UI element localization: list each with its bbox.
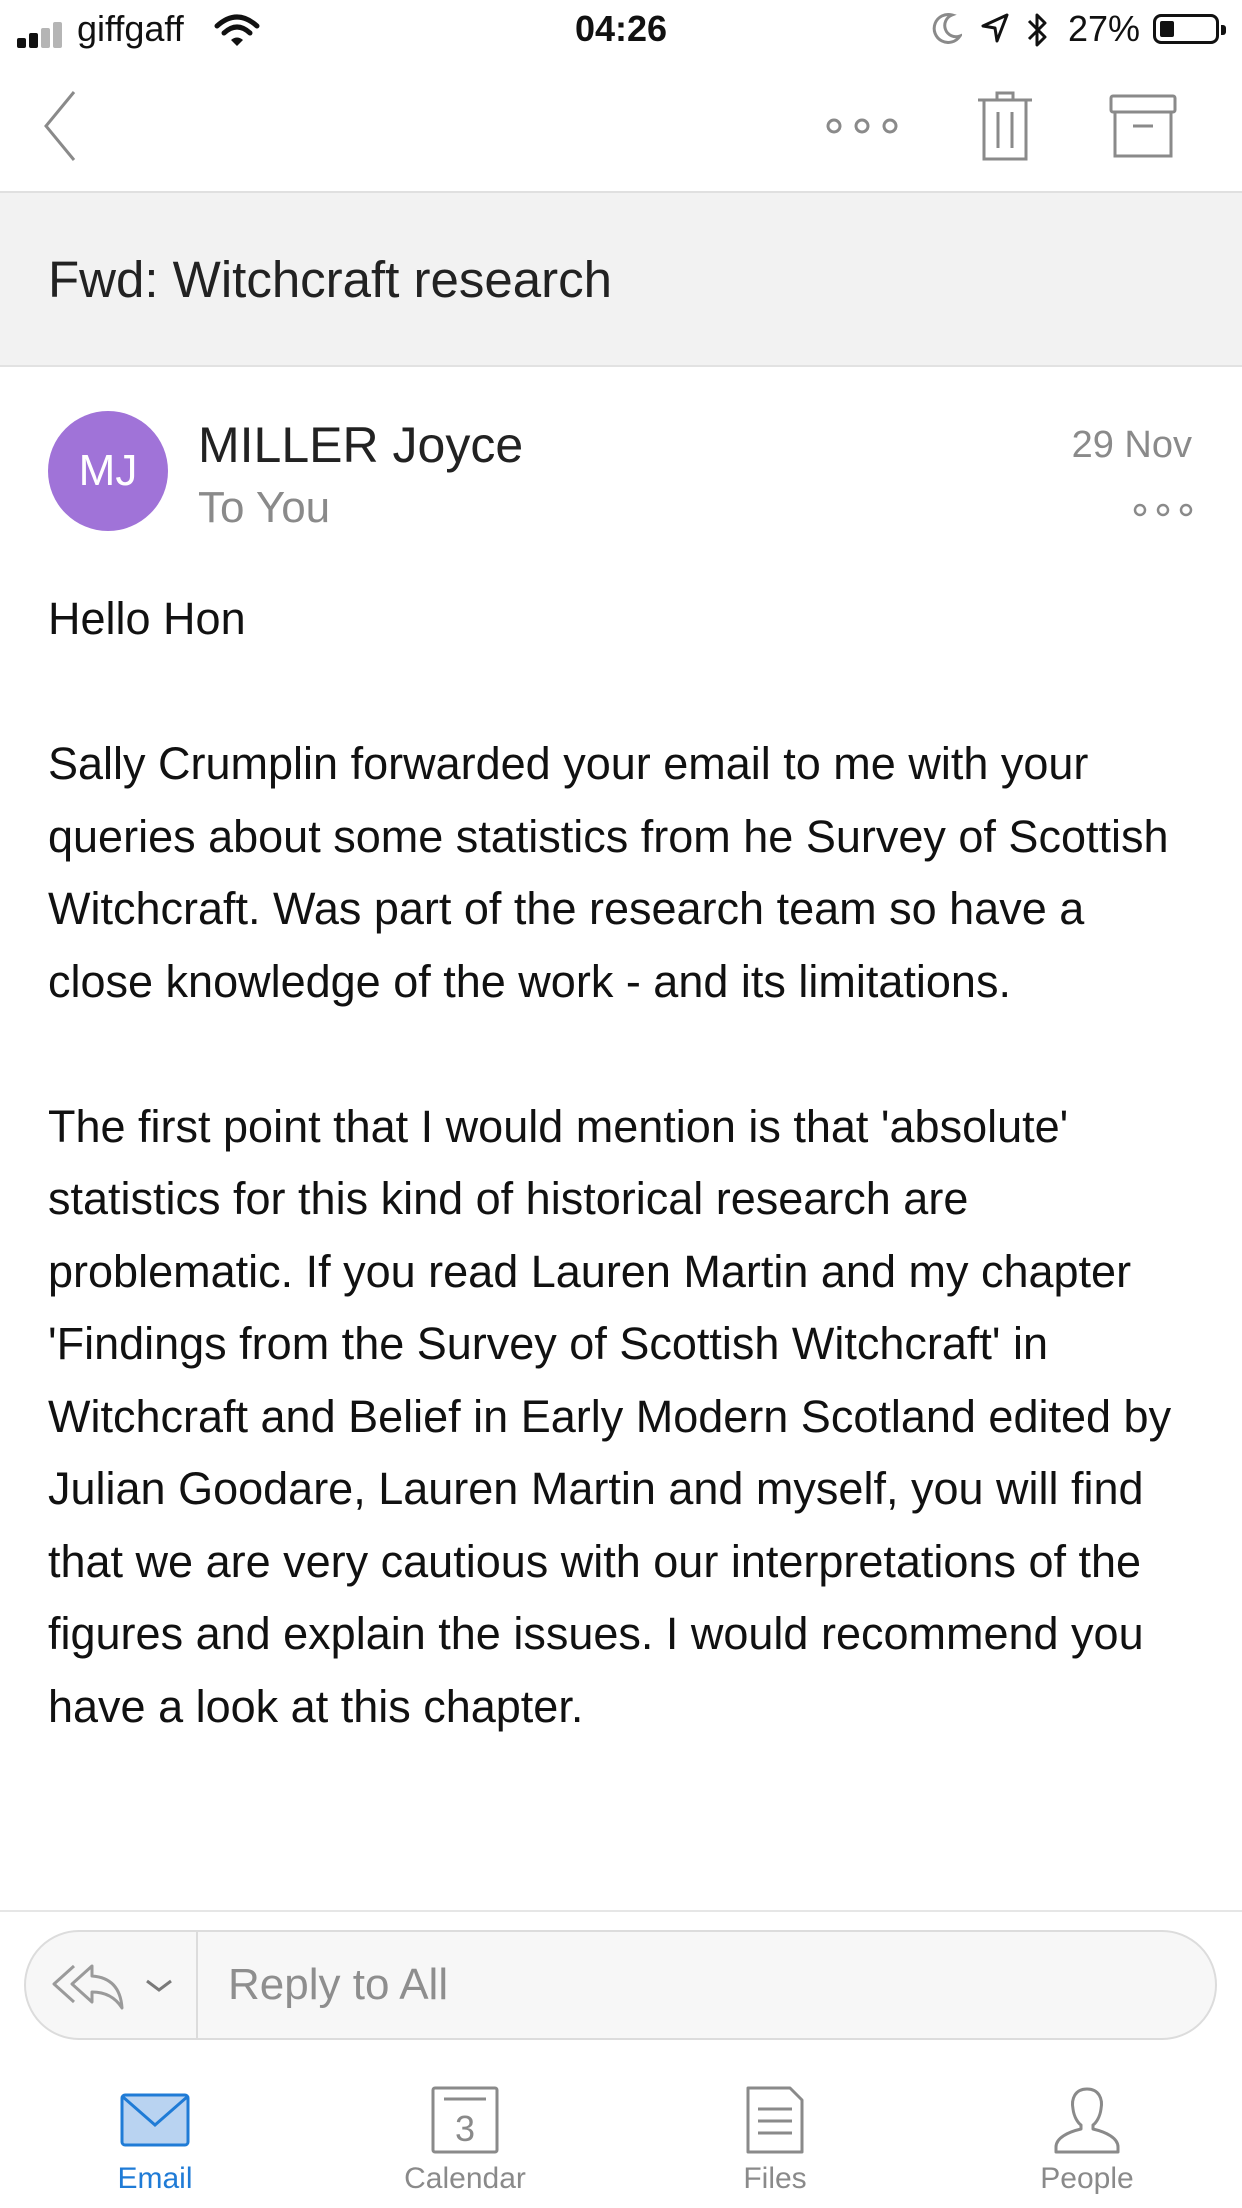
sender-name[interactable]: MILLER Joyce (198, 416, 523, 474)
tab-label: Email (117, 2162, 193, 2195)
battery-percent: 27% (1068, 8, 1141, 49)
location-arrow-icon (981, 13, 1009, 43)
back-button[interactable] (30, 60, 90, 191)
email-subject: Fwd: Witchcraft research (48, 251, 612, 308)
more-options-button[interactable] (822, 60, 902, 191)
reply-all-icon (52, 1964, 124, 2010)
email-greeting: Hello Hon (48, 593, 246, 644)
tab-label: People (1040, 2162, 1134, 2195)
delete-button[interactable] (970, 60, 1040, 191)
reply-options-button[interactable] (26, 1932, 198, 2038)
bluetooth-icon (1027, 13, 1047, 47)
more-horizontal-icon (1133, 503, 1193, 517)
archive-icon (1109, 94, 1177, 157)
tab-files[interactable]: Files (620, 2050, 930, 2208)
battery-icon (1153, 14, 1226, 44)
archive-button[interactable] (1108, 60, 1178, 191)
divider (0, 1910, 1242, 1912)
tab-email[interactable]: Email (0, 2050, 310, 2208)
calendar-icon: 3 (431, 2086, 499, 2154)
email-body: Hello Hon Sally Crumplin forwarded your … (48, 583, 1198, 1816)
email-date: 29 Nov (1071, 424, 1192, 466)
clock: 04:26 (574, 8, 668, 49)
moon-icon (932, 12, 962, 44)
avatar-initials: MJ (78, 446, 138, 495)
trash-icon (978, 91, 1032, 160)
tab-calendar[interactable]: 3 Calendar (310, 2050, 620, 2208)
message-more-button[interactable] (1132, 492, 1194, 528)
reply-bar: Reply to All (24, 1930, 1217, 2040)
status-bar: giffgaff 04:26 27% (0, 0, 1242, 60)
mail-icon (120, 2093, 190, 2147)
avatar[interactable]: MJ (48, 411, 168, 531)
person-icon (1054, 2087, 1120, 2154)
more-horizontal-icon (826, 118, 898, 133)
tab-people[interactable]: People (932, 2050, 1242, 2208)
tab-label: Calendar (404, 2162, 526, 2195)
tab-bar: Email 3 Calendar Files People (0, 2050, 1242, 2208)
subject-header: Fwd: Witchcraft research (0, 193, 1242, 367)
file-icon (746, 2086, 804, 2154)
chevron-down-icon (146, 1979, 172, 1992)
nav-bar (0, 60, 1242, 193)
reply-input[interactable]: Reply to All (228, 1932, 448, 2038)
tab-label: Files (743, 2162, 807, 2195)
email-paragraph: The first point that I would mention is … (48, 1100, 1172, 1732)
chevron-left-icon (44, 90, 76, 161)
recipient-line[interactable]: To You (198, 483, 330, 533)
calendar-day: 3 (455, 2108, 475, 2149)
email-paragraph: Sally Crumplin forwarded your email to m… (48, 738, 1169, 1007)
